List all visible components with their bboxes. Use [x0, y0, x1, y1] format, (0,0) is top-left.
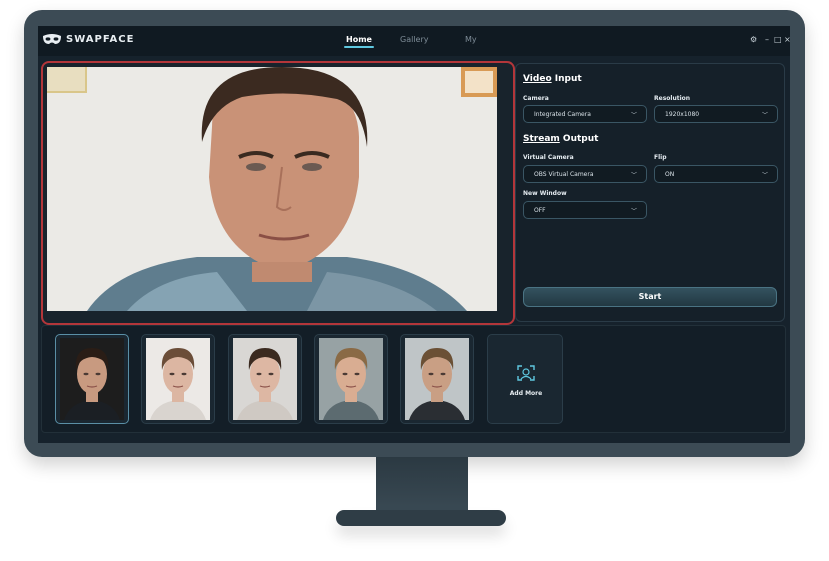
video-preview-frame — [41, 61, 515, 325]
app-name: SWAPFACE — [66, 34, 135, 45]
tab-my[interactable]: My — [465, 35, 477, 44]
maximize-button[interactable]: □ — [774, 35, 782, 45]
stream-output-title-suffix: Output — [559, 134, 599, 144]
resolution-select[interactable]: 1920x1080 ﹀ — [654, 105, 778, 123]
chevron-down-icon: ﹀ — [761, 112, 768, 119]
video-input-title: Video Input — [523, 74, 582, 84]
resolution-label: Resolution — [654, 95, 691, 102]
add-more-label: Add More — [509, 390, 543, 397]
settings-gear-icon[interactable]: ⚙ — [750, 35, 757, 45]
start-button[interactable]: Start — [523, 287, 777, 307]
settings-panel: Video Input Camera Integrated Camera ﹀ R… — [515, 63, 785, 322]
flip-select-value: ON — [665, 171, 675, 178]
mask-logo-icon — [43, 34, 61, 44]
face-gallery: Add More — [41, 325, 786, 433]
webcam-face-image — [47, 67, 497, 311]
camera-select-value: Integrated Camera — [534, 111, 591, 118]
app-window: SWAPFACE Home Gallery My ⚙ – □ × Video I… — [38, 26, 790, 443]
face-thumbnail[interactable] — [228, 334, 302, 424]
new-window-select-value: OFF — [534, 207, 546, 214]
face-portrait-image — [233, 338, 297, 420]
monitor-stand-neck — [376, 457, 468, 513]
new-window-select[interactable]: OFF ﹀ — [523, 201, 647, 219]
face-thumbnail[interactable] — [55, 334, 129, 424]
face-portrait-image — [60, 338, 124, 420]
resolution-select-value: 1920x1080 — [665, 111, 700, 118]
face-thumbnail[interactable] — [314, 334, 388, 424]
camera-label: Camera — [523, 95, 549, 102]
stream-output-title: Stream Output — [523, 134, 598, 144]
face-portrait-image — [146, 338, 210, 420]
face-scan-icon — [517, 365, 535, 381]
chevron-down-icon: ﹀ — [630, 208, 637, 215]
tab-home[interactable]: Home — [346, 35, 372, 44]
new-window-label: New Window — [523, 190, 567, 197]
face-thumbnail[interactable] — [141, 334, 215, 424]
chevron-down-icon: ﹀ — [630, 172, 637, 179]
monitor-stand-base — [336, 510, 506, 526]
camera-select[interactable]: Integrated Camera ﹀ — [523, 105, 647, 123]
virtual-camera-select-value: OBS Virtual Camera — [534, 171, 594, 178]
minimize-button[interactable]: – — [765, 35, 769, 45]
active-tab-indicator — [344, 46, 374, 48]
tab-gallery[interactable]: Gallery — [400, 35, 429, 44]
virtual-camera-select[interactable]: OBS Virtual Camera ﹀ — [523, 165, 647, 183]
face-portrait-image — [405, 338, 469, 420]
title-bar: SWAPFACE Home Gallery My ⚙ – □ × — [38, 26, 790, 56]
close-button[interactable]: × — [784, 35, 790, 45]
video-input-title-suffix: Input — [551, 74, 582, 84]
face-thumbnail[interactable] — [400, 334, 474, 424]
chevron-down-icon: ﹀ — [630, 112, 637, 119]
face-portrait-image — [319, 338, 383, 420]
video-input-title-prefix: Video — [523, 74, 552, 84]
video-preview — [47, 67, 497, 311]
chevron-down-icon: ﹀ — [761, 172, 768, 179]
flip-select[interactable]: ON ﹀ — [654, 165, 778, 183]
add-more-button[interactable]: Add More — [487, 334, 563, 424]
flip-label: Flip — [654, 154, 667, 161]
virtual-camera-label: Virtual Camera — [523, 154, 574, 161]
stream-output-title-prefix: Stream — [523, 134, 560, 144]
